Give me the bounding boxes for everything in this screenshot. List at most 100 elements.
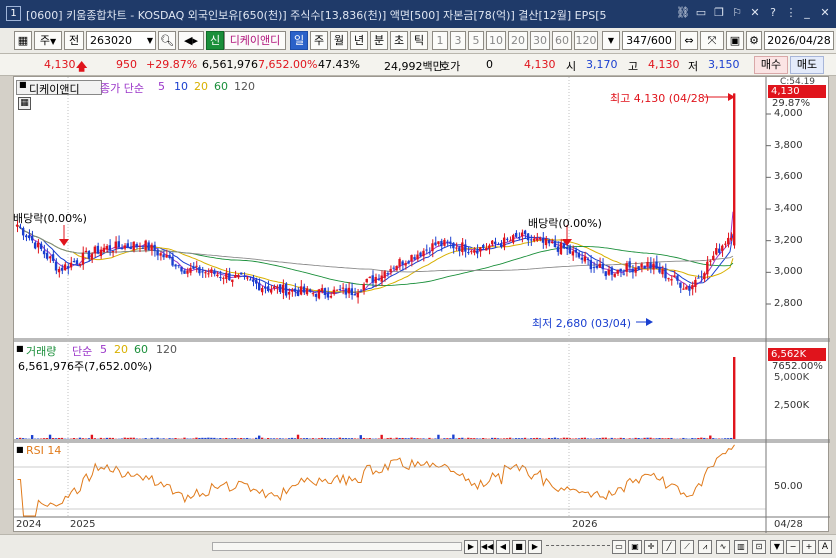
rewind-icon[interactable]: ◀◀ (480, 540, 494, 554)
price-panel-stock-tab[interactable]: ■ 디케이앤디 (16, 80, 102, 96)
close-icon[interactable]: ✕ (818, 6, 832, 20)
candle-body (198, 267, 201, 274)
scroll-end-icon[interactable]: ▼ (770, 540, 784, 554)
candle-body (577, 252, 581, 258)
candle-body (27, 235, 31, 239)
candle-body (87, 251, 91, 259)
zoom-window-icon[interactable]: ▣ (628, 540, 642, 554)
candle-body (45, 252, 49, 259)
buy-button[interactable]: 매수 (754, 56, 788, 74)
close-sub-icon[interactable]: ✕ (748, 6, 762, 20)
period-month-tab[interactable]: 월 (330, 31, 348, 50)
volume-bar (353, 438, 356, 439)
scroll-track[interactable] (212, 542, 462, 551)
interval-30[interactable]: 30 (530, 31, 550, 50)
volume-bar (338, 437, 342, 439)
volume-bar (72, 438, 76, 439)
candle-body (257, 282, 261, 291)
interval-1[interactable]: 1 (432, 31, 448, 50)
chart-type-select[interactable]: 주▼ (34, 31, 62, 50)
candle-body (308, 289, 312, 292)
volume-bar (275, 438, 279, 439)
help-icon[interactable]: ? (766, 6, 780, 20)
candle-body (550, 241, 554, 243)
line-draw-icon[interactable]: ╱ (662, 540, 676, 554)
period-tick-tab[interactable]: 틱 (410, 31, 428, 50)
volume-bar (237, 438, 240, 439)
trend-draw-icon[interactable]: ⟋ (680, 540, 694, 554)
candle-body (718, 248, 721, 253)
interval-5[interactable]: 5 (468, 31, 484, 50)
candle-body (511, 235, 515, 243)
zoom-slider[interactable] (546, 545, 610, 549)
candle-body (195, 265, 198, 267)
play-icon[interactable]: ▶ (464, 540, 478, 554)
candle-body (33, 242, 37, 249)
interval-3[interactable]: 3 (450, 31, 466, 50)
copy-window-icon[interactable]: ❐ (712, 6, 726, 20)
search-icon[interactable]: 🔍︎ (158, 31, 176, 50)
sell-button[interactable]: 매도 (790, 56, 824, 74)
save-icon[interactable]: ▣ (726, 31, 744, 50)
fit-icon[interactable]: ⊡ (752, 540, 766, 554)
volume-bar (317, 438, 321, 439)
scale-icon[interactable]: ⇔ (680, 31, 698, 50)
interval-20[interactable]: 20 (508, 31, 528, 50)
period-minute-tab[interactable]: 분 (370, 31, 388, 50)
settings-icon[interactable]: ⋮ (784, 6, 798, 20)
bar-count-input[interactable]: 347/600 (622, 31, 676, 50)
interval-10[interactable]: 10 (486, 31, 506, 50)
grid-icon[interactable]: ▦ (18, 97, 31, 110)
step-back-icon[interactable]: ◀ (496, 540, 510, 554)
candle-body (326, 293, 330, 298)
font-size-icon[interactable]: A (818, 540, 832, 554)
candle-body (622, 273, 625, 275)
stop-icon[interactable]: ■ (512, 540, 526, 554)
audio-icon[interactable]: ◀▸ (178, 31, 204, 50)
period-year-tab[interactable]: 년 (350, 31, 368, 50)
layout-icon[interactable]: ▦ (14, 31, 32, 50)
candle-body (380, 275, 383, 282)
gear-icon[interactable]: ⚙ (746, 31, 762, 50)
volume-bar (21, 438, 25, 439)
chart-canvas[interactable] (14, 77, 830, 533)
prev-button[interactable]: 전 (64, 31, 84, 50)
dividend-label-2: 배당락(0.00%) (528, 217, 602, 230)
stats-icon[interactable]: ▥ (734, 540, 748, 554)
chevron-down-icon[interactable]: ▼ (602, 31, 620, 50)
period-day-tab[interactable]: 일 (290, 31, 308, 50)
period-second-tab[interactable]: 초 (390, 31, 408, 50)
period-week-tab[interactable]: 주 (310, 31, 328, 50)
high-annotation: 최고 4,130 (04/28) (610, 92, 710, 105)
chart-area[interactable]: ■ 디케이앤디 종가 단순 5 10 20 60 120 ▦ 배당락(0.00%… (13, 76, 830, 533)
high-price: 4,130 (648, 58, 680, 71)
tool-icon[interactable]: ⤧ (700, 31, 724, 50)
hide-icon[interactable]: ▭ (694, 6, 708, 20)
link-icon[interactable]: ⛓ (676, 6, 690, 20)
candle-body (410, 255, 413, 262)
date-input[interactable]: 2026/04/28 (764, 31, 834, 50)
pin-icon[interactable]: ⚐ (730, 6, 744, 20)
pattern-icon[interactable]: ⩘ (698, 540, 712, 554)
volume-bar (386, 438, 389, 439)
zoom-fit-icon[interactable]: ▭ (612, 540, 626, 554)
zoom-out-icon[interactable]: − (786, 540, 800, 554)
candle-body (491, 240, 494, 245)
crosshair-icon[interactable]: ✛ (644, 540, 658, 554)
stock-code-input[interactable]: 263020 ▼ (86, 31, 156, 50)
volume-bar (78, 437, 82, 439)
interval-60[interactable]: 60 (552, 31, 572, 50)
volume-readout: 6,561,976주(7,652.00%) (18, 360, 153, 373)
volume-bar (246, 437, 249, 439)
volume-bar (577, 438, 581, 439)
minimize-icon[interactable]: _ (800, 6, 814, 20)
interval-120[interactable]: 120 (574, 31, 598, 50)
zoom-in-icon[interactable]: + (802, 540, 816, 554)
volume-bar (595, 438, 598, 439)
candle-body (96, 245, 100, 254)
step-forward-icon[interactable]: ▶ (528, 540, 542, 554)
candle-body (571, 251, 575, 256)
wave-icon[interactable]: ∿ (716, 540, 730, 554)
candle-body (458, 247, 461, 252)
candle-body (476, 250, 479, 254)
